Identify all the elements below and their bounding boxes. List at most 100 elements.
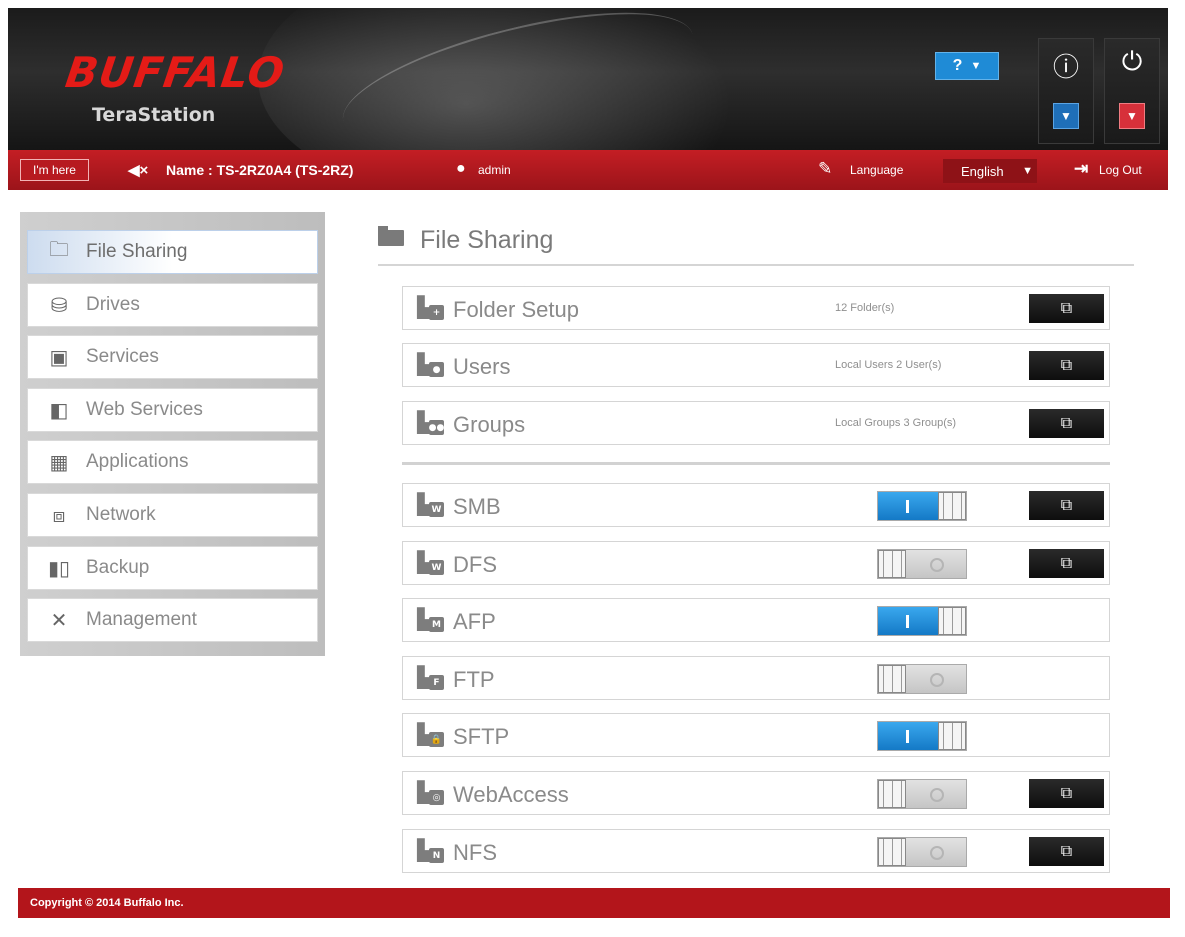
open-window-icon: ⧉ [1060, 842, 1073, 860]
open-window-icon: ⧉ [1060, 784, 1073, 802]
folder-setup-open-button[interactable]: ⧉ [1029, 294, 1104, 323]
ftp-icon: ▙ F [417, 665, 444, 691]
sidebar-item-label: Drives [86, 293, 140, 315]
dfs-toggle[interactable] [877, 549, 967, 579]
row-label: SFTP [453, 724, 510, 749]
nfs-settings-button[interactable]: ⧉ [1029, 837, 1104, 866]
language-value: English [961, 163, 1004, 179]
toggle-knob [878, 780, 906, 808]
sidebar-item-web-services[interactable]: ◧ Web Services [27, 387, 318, 432]
afp-toggle[interactable] [877, 606, 967, 636]
info-icon: ⓘ [1052, 53, 1079, 83]
groups-icon: ▙ ●● [417, 410, 445, 435]
open-window-icon: ⧉ [1060, 496, 1073, 514]
user-count: Local Users 2 User(s) [835, 359, 942, 371]
language-label: Language [850, 163, 904, 177]
row-label: FTP [453, 667, 495, 692]
toggle-knob [878, 665, 906, 693]
row-label: AFP [453, 609, 496, 634]
folder-icon [378, 226, 404, 246]
web-services-icon: ◧ [49, 397, 69, 422]
webaccess-settings-button[interactable]: ⧉ [1029, 779, 1104, 808]
folder-setup-icon: ▙ + [417, 295, 444, 321]
language-select[interactable]: English ▼ [943, 159, 1037, 183]
services-icon: ▣ [49, 345, 69, 370]
logout-icon[interactable]: ⇥ [1074, 159, 1088, 179]
power-dropdown-button[interactable]: ▼ [1119, 103, 1145, 129]
toggle-knob [878, 838, 906, 866]
row-label: Users [453, 354, 511, 379]
toggle-on-mark [906, 730, 909, 743]
folder-icon: 🗀 [49, 237, 69, 261]
users-open-button[interactable]: ⧉ [1029, 351, 1104, 380]
network-icon: ⧈ [52, 502, 66, 527]
row-label: DFS [453, 552, 497, 577]
sidebar-item-label: Management [86, 609, 197, 631]
toggle-off-mark [930, 558, 944, 572]
sftp-row: ▙ 🔒 SFTP [402, 713, 1110, 757]
open-window-icon: ⧉ [1060, 554, 1073, 572]
folder-count: 12 Folder(s) [835, 302, 895, 314]
sidebar-item-drives[interactable]: ⛁ Drives [27, 282, 318, 327]
ftp-toggle[interactable] [877, 664, 967, 694]
sftp-toggle[interactable] [877, 721, 967, 751]
power-panel[interactable]: ⏻ ▼ [1104, 38, 1160, 144]
sidebar-item-label: File Sharing [86, 241, 188, 262]
dfs-row: ▙ W DFS ⧉ [402, 541, 1110, 585]
webaccess-toggle[interactable] [877, 779, 967, 809]
webaccess-icon: ▙ ◎ [417, 780, 444, 806]
row-label: Groups [453, 412, 526, 437]
row-label: WebAccess [453, 782, 569, 807]
open-window-icon: ⧉ [1060, 299, 1073, 317]
toggle-on-mark [906, 615, 909, 628]
sidebar-item-label: Network [86, 503, 156, 525]
user-name: admin [478, 163, 511, 177]
applications-icon: ▦ [49, 450, 69, 475]
row-label: NFS [453, 840, 497, 865]
toggle-off-mark [930, 673, 944, 687]
copyright-text: Copyright © 2014 Buffalo Inc. [30, 897, 184, 909]
sidebar-item-label: Services [86, 346, 159, 368]
info-panel[interactable]: ⓘ ▼ [1038, 38, 1094, 144]
device-name: Name : TS-2RZ0A4 (TS-2RZ) [166, 162, 354, 178]
app-header: BUFFALO TeraStation ? ▼ ⓘ ▼ ⏻ ▼ [8, 8, 1168, 150]
section-divider [402, 462, 1110, 465]
sidebar-item-file-sharing[interactable]: 🗀 File Sharing [27, 230, 318, 274]
chevron-down-icon: ▼ [1060, 109, 1072, 123]
sidebar-item-services[interactable]: ▣ Services [27, 335, 318, 380]
users-icon: ▙ ● [417, 352, 444, 378]
status-bar: I'm here ◀× Name : TS-2RZ0A4 (TS-2RZ) ● … [8, 150, 1168, 190]
sidebar-item-network[interactable]: ⧈ Network [27, 492, 318, 537]
help-label: ? [952, 57, 963, 74]
im-here-button[interactable]: I'm here [20, 159, 89, 181]
nfs-toggle[interactable] [877, 837, 967, 867]
toggle-off-mark [930, 846, 944, 860]
sidebar-item-management[interactable]: ✕ Management [27, 598, 318, 643]
language-icon: ✎ [818, 159, 833, 178]
sidebar-item-label: Web Services [86, 398, 203, 420]
power-icon: ⏻ [1121, 47, 1143, 77]
smb-settings-button[interactable]: ⧉ [1029, 491, 1104, 520]
groups-open-button[interactable]: ⧉ [1029, 409, 1104, 438]
ftp-row: ▙ F FTP [402, 656, 1110, 700]
smb-row: ▙ W SMB ⧉ [402, 483, 1110, 527]
sidebar-item-applications[interactable]: ▦ Applications [27, 440, 318, 485]
toggle-on-mark [906, 500, 909, 513]
sidebar-item-backup[interactable]: ▮▯ Backup [27, 545, 318, 590]
afp-row: ▙ M AFP [402, 598, 1110, 642]
footer: Copyright © 2014 Buffalo Inc. [18, 888, 1170, 918]
user-icon: ● [456, 160, 466, 177]
toggle-knob [938, 492, 966, 520]
management-icon: ✕ [50, 608, 68, 633]
info-dropdown-button[interactable]: ▼ [1053, 103, 1079, 129]
row-label: Folder Setup [453, 297, 579, 322]
help-button[interactable]: ? ▼ [935, 52, 999, 80]
dfs-settings-button[interactable]: ⧉ [1029, 549, 1104, 578]
sftp-icon: ▙ 🔒 [417, 722, 444, 747]
webaccess-row: ▙ ◎ WebAccess ⧉ [402, 771, 1110, 815]
logout-link[interactable]: Log Out [1099, 163, 1142, 177]
row-label: SMB [453, 494, 501, 519]
groups-row: ▙ ●● Groups Local Groups 3 Group(s) ⧉ [402, 401, 1110, 445]
smb-toggle[interactable] [877, 491, 967, 521]
sidebar-nav: 🗀 File Sharing ⛁ Drives ▣ Services ◧ Web… [20, 212, 325, 656]
